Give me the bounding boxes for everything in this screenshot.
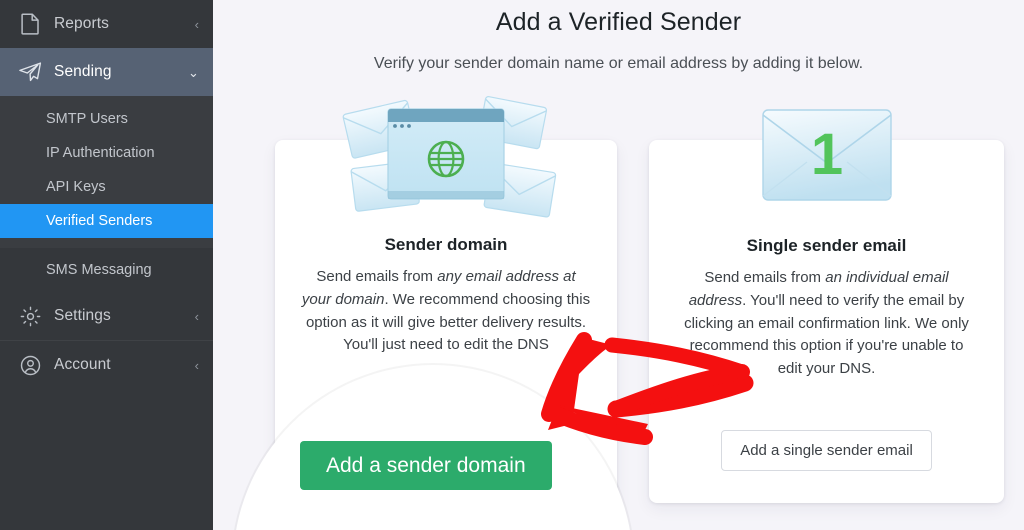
sidebar-item-sms-messaging[interactable]: SMS Messaging — [0, 248, 213, 292]
chevron-left-icon: ‹ — [194, 357, 199, 373]
card-description-part: Send emails from — [704, 269, 826, 286]
sidebar-subitem-ip-authentication[interactable]: IP Authentication — [0, 136, 213, 170]
sidebar-item-label: SMS Messaging — [46, 262, 152, 278]
sidebar: Reports ‹ Sending ⌄ SMTP Users IP Authen… — [0, 0, 213, 530]
add-sender-domain-button-highlighted: Add a sender domain — [300, 441, 552, 490]
sidebar-item-sending[interactable]: Sending ⌄ — [0, 48, 213, 96]
sidebar-item-label: Account — [54, 356, 111, 373]
sidebar-subitem-verified-senders[interactable]: Verified Senders — [0, 204, 213, 238]
sending-submenu: SMTP Users IP Authentication API Keys Ve… — [0, 96, 213, 248]
add-single-sender-email-button[interactable]: Add a single sender email — [721, 430, 932, 471]
page-subtitle: Verify your sender domain name or email … — [373, 55, 864, 72]
svg-text:1: 1 — [810, 122, 842, 187]
card-action-area: Add a single sender email — [649, 430, 1004, 471]
add-sender-domain-button-overlay[interactable]: Add a sender domain — [300, 441, 552, 490]
sidebar-subitem-api-keys[interactable]: API Keys — [0, 170, 213, 204]
sidebar-subitem-smtp-users[interactable]: SMTP Users — [0, 102, 213, 136]
document-icon — [18, 12, 42, 36]
sidebar-item-settings[interactable]: Settings ‹ — [0, 292, 213, 340]
envelope-with-number-one-icon: 1 — [649, 88, 1004, 216]
single-sender-email-card[interactable]: 1 Single sender email Send emails from a… — [649, 109, 1004, 503]
page-title: Add a Verified Sender — [495, 8, 742, 36]
gear-icon — [18, 304, 42, 328]
card-title: Single sender email — [746, 236, 907, 255]
sidebar-item-account[interactable]: Account ‹ — [0, 341, 213, 389]
sidebar-item-label: Settings — [54, 307, 111, 324]
sidebar-item-reports[interactable]: Reports ‹ — [0, 0, 213, 48]
card-title: Sender domain — [384, 235, 508, 254]
sidebar-subitem-label: API Keys — [46, 179, 106, 195]
chevron-down-icon: ⌄ — [188, 64, 199, 80]
sidebar-subitem-label: Verified Senders — [46, 213, 153, 229]
person-icon — [18, 353, 42, 377]
chevron-left-icon: ‹ — [194, 308, 199, 324]
card-description: Send emails from any email address at yo… — [301, 266, 591, 357]
chevron-left-icon: ‹ — [194, 16, 199, 32]
sidebar-item-label: Reports — [54, 15, 109, 32]
sidebar-subitem-label: SMTP Users — [46, 111, 128, 127]
paper-plane-icon — [18, 60, 42, 84]
browser-window-with-globe-and-envelopes-icon — [275, 85, 617, 220]
card-description-part: Send emails from — [316, 268, 438, 285]
sidebar-subitem-label: IP Authentication — [46, 145, 155, 161]
card-description: Send emails from an individual email add… — [683, 267, 971, 381]
sidebar-item-label: Sending — [54, 63, 112, 80]
